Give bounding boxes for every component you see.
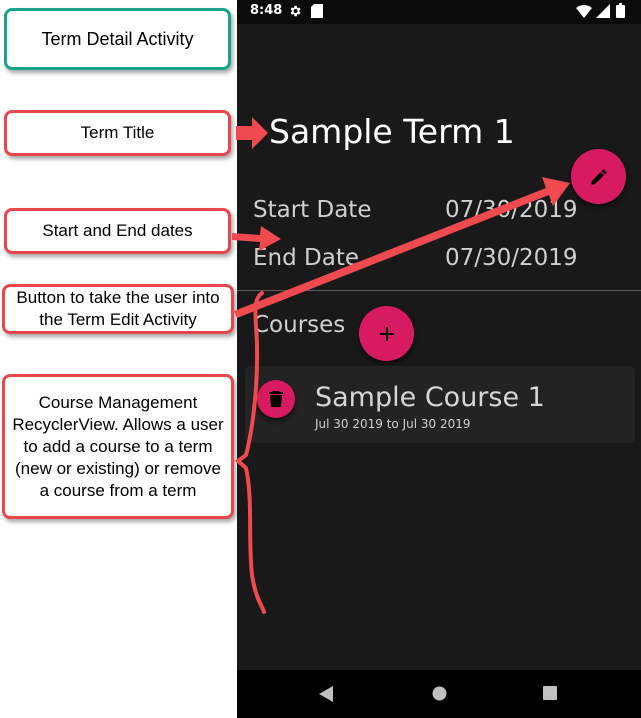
home-icon[interactable] [432,686,447,706]
status-bar: 8:48 [237,0,641,24]
course-title: Sample Course 1 [315,382,545,413]
edit-pencil-icon [591,168,607,184]
callout-term-title: Term Title [4,110,231,156]
plus-icon [379,326,394,341]
sd-card-icon [311,4,323,21]
navigation-bar [237,670,641,718]
start-date-value: 07/30/2019 [445,197,578,223]
trash-icon [269,391,283,407]
start-date-label: Start Date [253,197,372,223]
course-list-item[interactable]: Sample Course 1 Jul 30 2019 to Jul 30 20… [245,366,635,443]
cell-signal-icon [596,4,610,21]
section-divider [237,290,641,291]
course-dates: Jul 30 2019 to Jul 30 2019 [315,417,471,431]
battery-icon [616,3,625,21]
callout-start-end-dates: Start and End dates [4,208,231,254]
term-title: Sample Term 1 [269,112,515,151]
end-date-label: End Date [253,245,359,271]
callout-term-detail-activity: Term Detail Activity [4,8,231,70]
courses-label: Courses [253,312,346,338]
end-date-value: 07/30/2019 [445,245,578,271]
remove-course-button[interactable] [257,380,295,418]
wifi-icon [576,4,592,21]
status-time: 8:48 [250,3,283,18]
settings-icon [288,4,302,21]
callout-course-management: Course Management RecyclerView. Allows a… [2,374,234,519]
phone-screen: 8:48 Sample Term 1 Start Date 07/30/2019… [237,0,641,718]
recents-icon[interactable] [543,686,557,705]
callout-edit-button: Button to take the user into the Term Ed… [2,284,234,334]
edit-term-button[interactable] [571,149,626,204]
add-course-button[interactable] [359,306,414,361]
back-icon[interactable] [319,686,333,707]
